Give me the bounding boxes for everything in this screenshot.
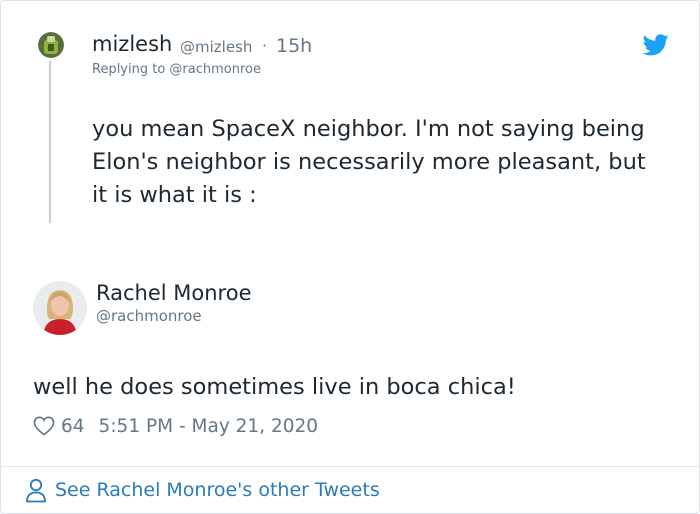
replying-to-label: Replying to @rachmonroe (92, 62, 261, 77)
author-avatar-image (33, 281, 87, 335)
heart-icon[interactable] (33, 416, 55, 436)
thread-connector-line (49, 61, 51, 223)
tweet-timestamp[interactable]: 5:51 PM - May 21, 2020 (99, 416, 319, 437)
twitter-bird-icon[interactable] (643, 34, 669, 56)
reply-author-name[interactable]: mizlesh (92, 32, 172, 56)
tweet-text: well he does sometimes live in boca chic… (33, 374, 516, 400)
reply-avatar-image (38, 32, 64, 58)
author-handle[interactable]: @rachmonroe (96, 307, 202, 325)
reply-tweet-text: you mean SpaceX neighbor. I'm not saying… (92, 116, 646, 208)
see-other-tweets-link[interactable]: See Rachel Monroe's other Tweets (25, 477, 380, 503)
reply-author-handle[interactable]: @mizlesh (180, 38, 252, 56)
tweet-embed-card: mizlesh @mizlesh · 15h Replying to @rach… (0, 0, 700, 514)
tweet-meta-row: 64 5:51 PM - May 21, 2020 (33, 413, 318, 439)
author-avatar[interactable] (33, 281, 87, 335)
embed-footer: See Rachel Monroe's other Tweets (1, 466, 699, 513)
reply-separator-dot: · (262, 36, 268, 55)
reply-avatar[interactable] (38, 32, 64, 58)
like-count[interactable]: 64 (61, 416, 85, 437)
author-name[interactable]: Rachel Monroe (96, 281, 252, 305)
person-icon (26, 478, 46, 503)
reply-timestamp[interactable]: 15h (276, 35, 312, 57)
see-other-tweets-label: See Rachel Monroe's other Tweets (55, 479, 380, 501)
